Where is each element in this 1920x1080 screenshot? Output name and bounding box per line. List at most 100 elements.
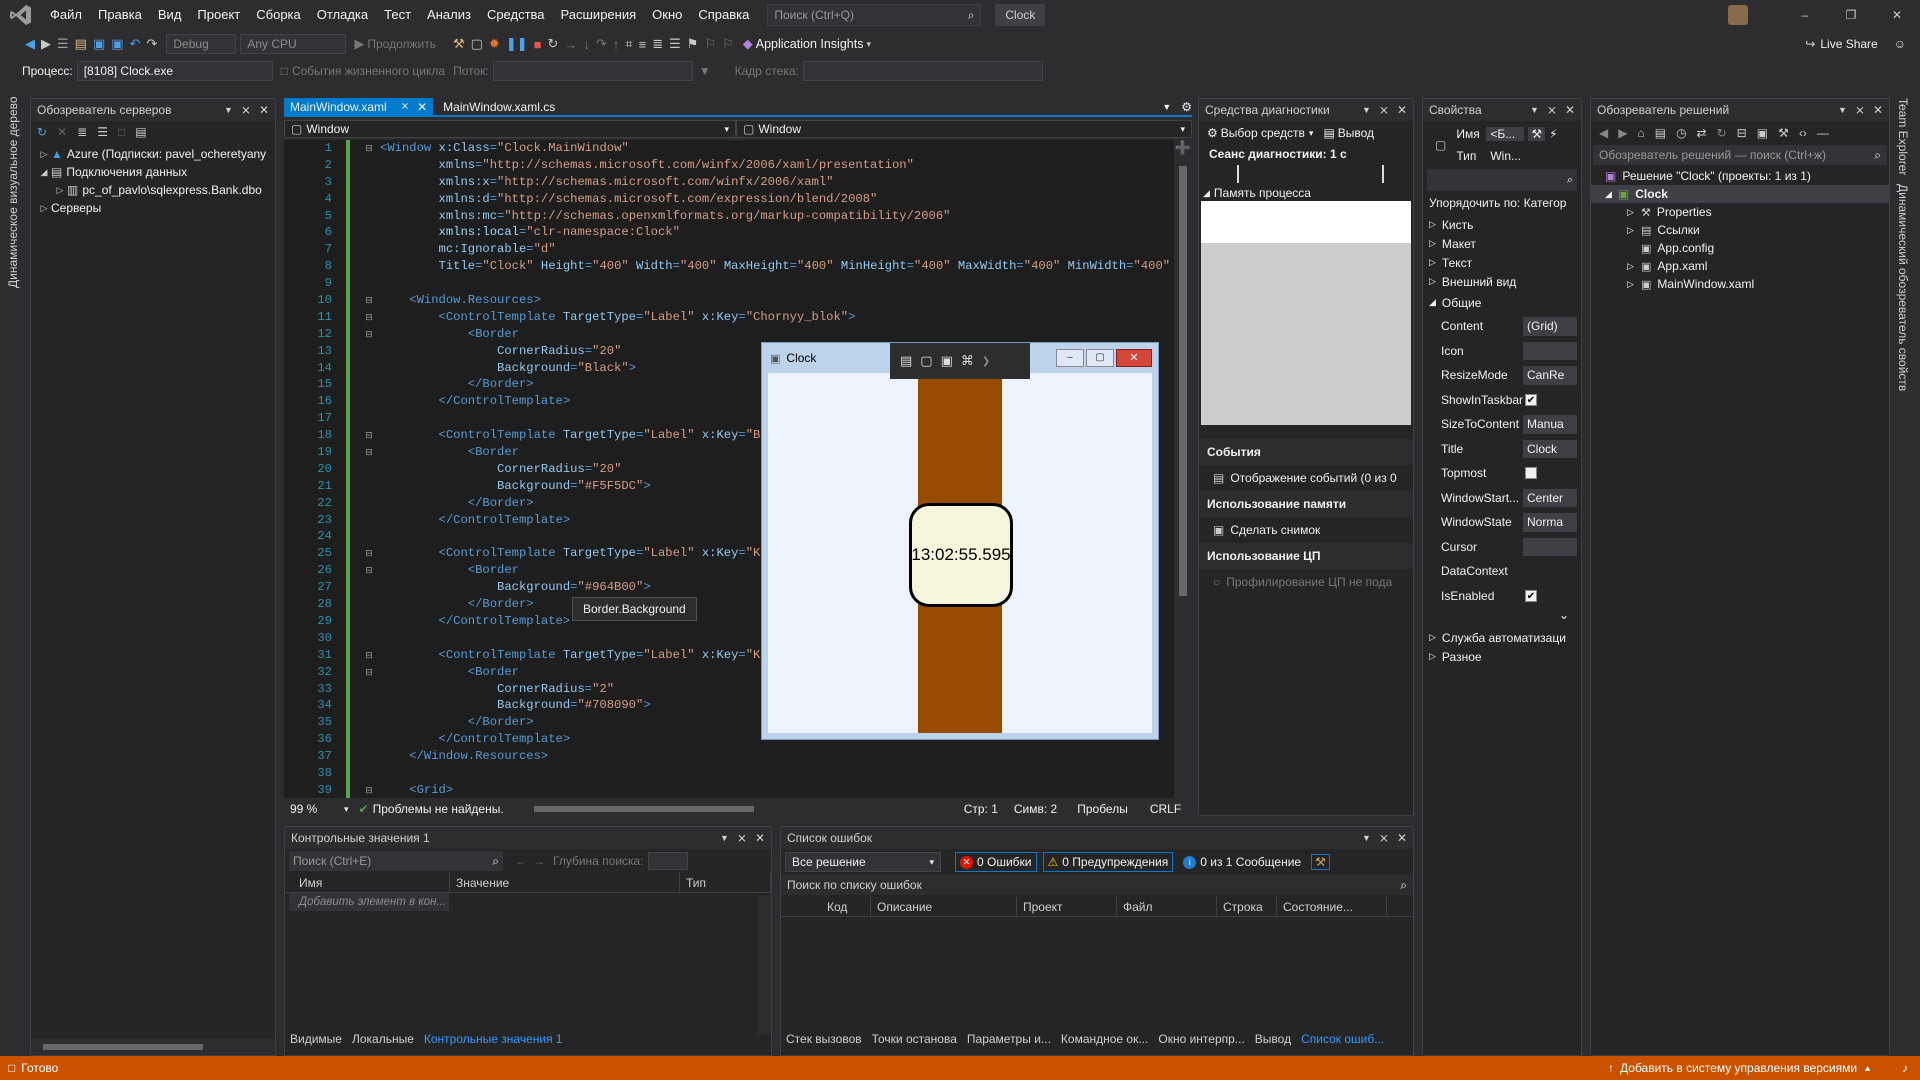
pin-icon[interactable]: ⨯ — [1855, 99, 1865, 121]
menu-item-3[interactable]: Проект — [189, 0, 248, 30]
minimize-button[interactable]: – — [1782, 8, 1828, 22]
app-minimize-button[interactable]: – — [1056, 349, 1084, 367]
stack-dropdown[interactable] — [802, 61, 1043, 81]
expand-icon[interactable]: ▷ — [1627, 225, 1641, 236]
panel-menu-icon[interactable]: ▼ — [1362, 99, 1371, 121]
fold-toggle-icon[interactable]: ⊟ — [362, 140, 376, 157]
bookmark-icon[interactable]: ⚑ — [687, 36, 699, 52]
chevron-down-icon[interactable]: ▾ — [344, 804, 349, 815]
property-value[interactable]: Norma — [1523, 513, 1577, 532]
tab-locals[interactable]: Локальные — [352, 1032, 414, 1046]
notifications-icon[interactable]: ♪ — [1902, 1061, 1908, 1075]
panel-menu-icon[interactable]: ▼ — [1838, 99, 1847, 121]
more-icon[interactable]: — — [1817, 126, 1829, 140]
tab-mainwindow-xaml-cs[interactable]: MainWindow.xaml.cs — [433, 100, 565, 114]
col-description[interactable]: Описание — [871, 896, 1017, 917]
bookmark-prev-icon[interactable]: ⚐ — [704, 36, 716, 52]
continue-icon[interactable]: ▶ — [354, 36, 364, 52]
save-icon[interactable]: ▣ — [93, 36, 105, 52]
back-icon[interactable]: ◀ — [25, 36, 35, 52]
errors-filter-button[interactable]: ✕ 0 Ошибки — [955, 852, 1037, 872]
collapse-icon[interactable]: ◢ — [1203, 188, 1210, 199]
code-line[interactable]: mc:Ignorable="d" — [380, 241, 1174, 258]
category-common[interactable]: ◢ Общие — [1423, 291, 1581, 314]
feedback-icon[interactable]: ☺ — [1894, 37, 1906, 51]
expand-icon[interactable]: ▷ — [37, 149, 51, 160]
code-line[interactable] — [380, 275, 1174, 292]
tab-exception-settings[interactable]: Параметры и... — [967, 1032, 1051, 1046]
property-category[interactable]: ▷ Кисть — [1423, 215, 1581, 234]
col-name[interactable]: Имя — [285, 872, 450, 893]
pin-icon[interactable]: ⨯ — [1379, 99, 1389, 121]
col-file[interactable]: Файл — [1117, 896, 1217, 917]
open-icon[interactable]: ▤ — [75, 36, 87, 52]
col-line[interactable]: Строка — [1217, 896, 1277, 917]
code-line[interactable]: xmlns="http://schemas.microsoft.com/winf… — [380, 157, 1174, 174]
collapse-all-icon[interactable]: ⊟ — [1737, 126, 1747, 140]
project-node[interactable]: ◢ ▣ Clock — [1591, 185, 1889, 203]
fold-toggle-icon[interactable]: ⊟ — [362, 562, 376, 579]
tab-overflow-icon[interactable]: ▼ — [1162, 102, 1171, 112]
fold-toggle-icon[interactable]: ⊟ — [362, 782, 376, 798]
tab-autos[interactable]: Видимые — [290, 1032, 342, 1046]
expand-icon[interactable]: ▷ — [1429, 632, 1436, 643]
stop-icon[interactable]: ■ — [534, 37, 542, 52]
menu-item-11[interactable]: Справка — [690, 0, 757, 30]
code-line[interactable]: <ControlTemplate TargetType = "Label" x:Ke… — [380, 309, 1174, 326]
continue-button[interactable]: Продолжить — [367, 37, 436, 51]
code-line[interactable]: <Grid> — [380, 782, 1174, 798]
panel-menu-icon[interactable]: ▼ — [1530, 99, 1539, 121]
menu-item-6[interactable]: Тест — [376, 0, 419, 30]
close-button[interactable]: ✕ — [1874, 8, 1920, 22]
back-icon[interactable]: ◀ — [1599, 126, 1608, 140]
code-line[interactable]: <Window x:Class="Clock.MainWindow" — [380, 140, 1174, 157]
scroll-thumb[interactable] — [533, 806, 754, 812]
search-depth-dropdown[interactable] — [647, 852, 688, 870]
code-line[interactable]: </Window.Resources> — [380, 748, 1174, 765]
memory-graph-header[interactable]: ◢ Память процесса — [1199, 185, 1413, 201]
filter-icon[interactable]: ▼ — [699, 64, 711, 78]
step-out-icon[interactable]: ↑ — [613, 37, 620, 52]
expand-more-icon[interactable]: ⌄ — [1423, 608, 1581, 628]
tab-error-list[interactable]: Список ошиб... — [1301, 1032, 1384, 1046]
property-category[interactable]: ▷ Текст — [1423, 253, 1581, 272]
user-avatar[interactable] — [1728, 5, 1748, 25]
format-icon[interactable]: ≣ — [652, 36, 663, 52]
forward-icon[interactable]: ▶ — [1618, 126, 1627, 140]
solution-item[interactable]: ▷ ▣ App.xaml — [1591, 257, 1889, 275]
restore-button[interactable]: ❐ — [1828, 8, 1874, 22]
scroll-thumb[interactable] — [1179, 166, 1187, 596]
add-watch-row[interactable]: Добавить элемент в кон... — [289, 893, 449, 911]
close-icon[interactable]: ✕ — [259, 99, 269, 121]
pending-changes-icon[interactable]: ◷ — [1676, 126, 1686, 140]
thread-dropdown[interactable] — [492, 61, 693, 81]
menu-item-8[interactable]: Средства — [479, 0, 553, 30]
expand-icon[interactable]: ▷ — [1429, 219, 1436, 230]
step-icon[interactable]: → — [564, 37, 577, 52]
panel-menu-icon[interactable]: ▼ — [720, 827, 729, 849]
menu-item-0[interactable]: Файл — [42, 0, 90, 30]
property-value[interactable] — [1523, 537, 1577, 556]
sharepoint-icon[interactable]: □ — [118, 125, 125, 139]
property-value[interactable]: Manua — [1523, 415, 1577, 434]
save-all-icon[interactable]: ▣ — [111, 36, 123, 52]
zoom-level[interactable]: 99 % — [284, 802, 344, 816]
properties-icon[interactable]: ⚒ — [1778, 126, 1789, 140]
properties-search[interactable]: ⌕ — [1427, 169, 1577, 191]
solution-item[interactable]: ▷ ▤ Ссылки — [1591, 221, 1889, 239]
refresh-icon[interactable]: ↻ — [37, 125, 47, 139]
select-tools-button[interactable]: Выбор средств — [1221, 126, 1305, 140]
output-button[interactable]: Вывод — [1338, 126, 1374, 140]
col-project[interactable]: Проект — [1017, 896, 1117, 917]
settings-gear-icon[interactable]: ⚙ — [1181, 100, 1192, 114]
solution-node[interactable]: ▣ Решение "Clock" (проекты: 1 из 1) — [1591, 167, 1889, 185]
refresh-icon[interactable]: ↻ — [1717, 126, 1727, 140]
display-adorners-icon[interactable]: ▣ — [941, 353, 953, 369]
property-checkbox[interactable] — [1525, 467, 1537, 479]
debug-icon[interactable]: ⚒ — [453, 36, 465, 52]
close-tab-icon[interactable]: ✕ — [417, 100, 427, 114]
switch-views-icon[interactable]: ▤ — [1655, 126, 1666, 140]
home-icon[interactable]: ⌂ — [1637, 126, 1644, 140]
properties-icon[interactable]: ▤ — [135, 125, 146, 139]
tree-item-azure[interactable]: ▷ ▲ Azure (Подписки: pavel_ocheretyany — [31, 145, 275, 163]
